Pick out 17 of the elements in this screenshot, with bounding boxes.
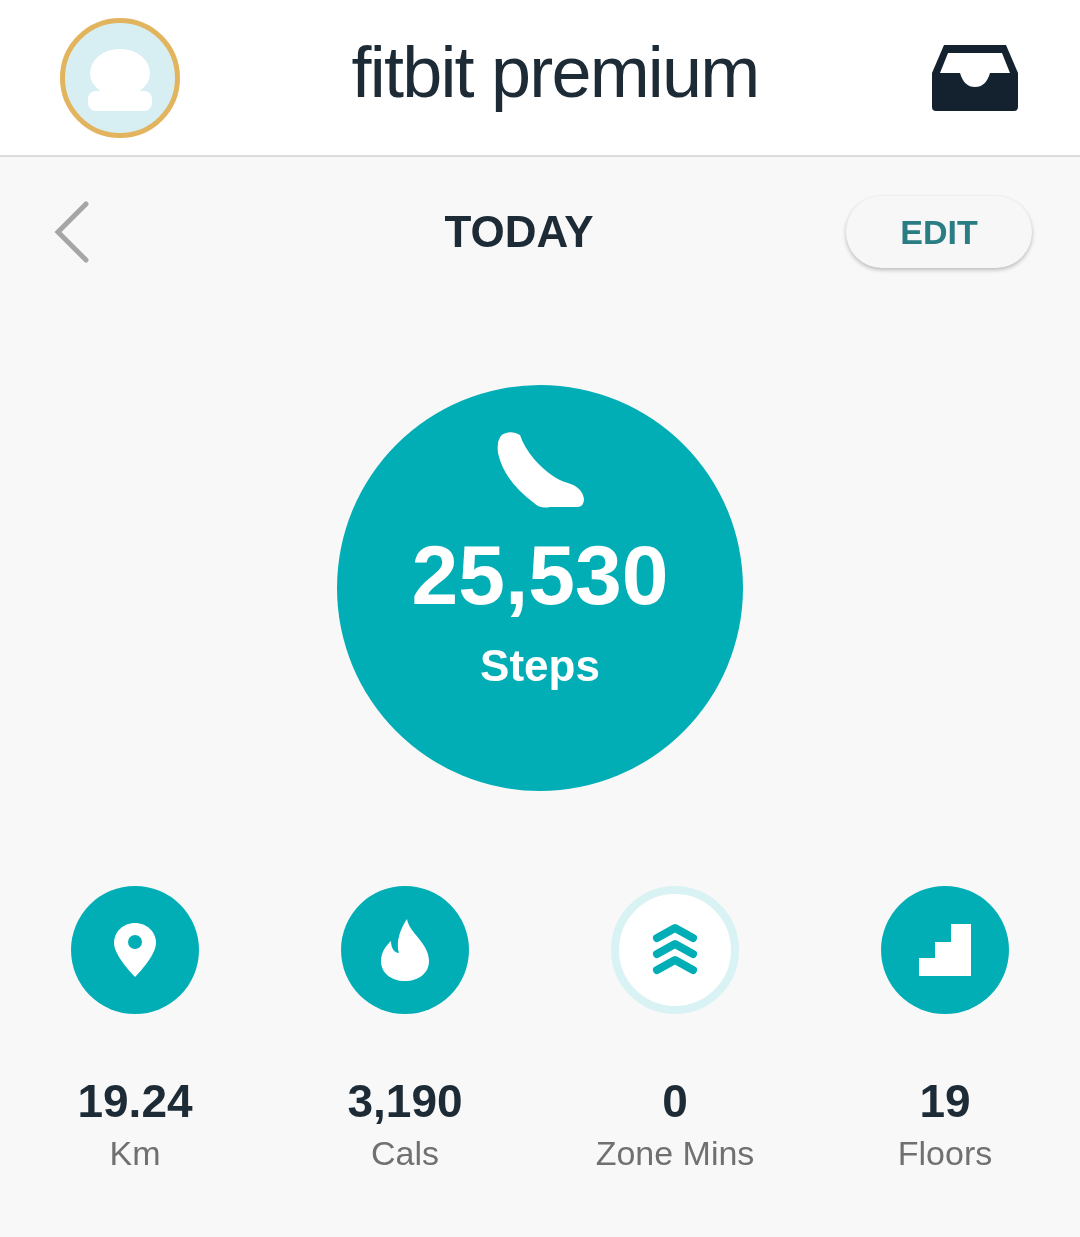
stat-value: 19 (919, 1078, 971, 1124)
stat-unit: Floors (897, 1136, 993, 1170)
stat-value: 19.24 (77, 1078, 193, 1124)
location-pin-icon (112, 921, 158, 979)
stairs-icon (917, 922, 973, 978)
inbox-icon[interactable] (930, 42, 1020, 113)
stat-unit: Cals (371, 1136, 439, 1170)
stat-unit: Zone Mins (595, 1136, 755, 1170)
flame-icon (379, 917, 431, 983)
stat-value: 3,190 (347, 1078, 463, 1124)
stat-unit: Km (109, 1136, 161, 1170)
back-chevron-icon[interactable] (52, 200, 92, 264)
edit-button[interactable]: EDIT (846, 196, 1032, 268)
date-heading: TODAY (444, 206, 594, 258)
stat-value: 0 (662, 1078, 688, 1124)
steps-label: Steps (480, 640, 600, 692)
steps-count: 25,530 (411, 533, 669, 617)
